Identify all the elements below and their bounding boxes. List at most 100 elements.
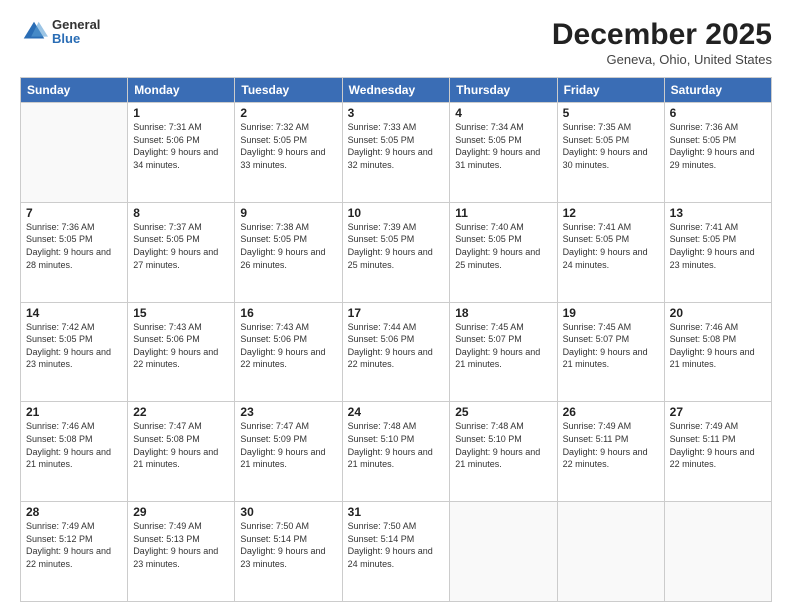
day-info: Sunrise: 7:36 AMSunset: 5:05 PMDaylight:… (26, 222, 111, 270)
calendar-cell: 25 Sunrise: 7:48 AMSunset: 5:10 PMDaylig… (450, 402, 557, 502)
calendar-cell: 7 Sunrise: 7:36 AMSunset: 5:05 PMDayligh… (21, 202, 128, 302)
day-info: Sunrise: 7:50 AMSunset: 5:14 PMDaylight:… (240, 521, 325, 569)
title-block: December 2025 Geneva, Ohio, United State… (552, 18, 772, 67)
day-info: Sunrise: 7:35 AMSunset: 5:05 PMDaylight:… (563, 122, 648, 170)
day-info: Sunrise: 7:43 AMSunset: 5:06 PMDaylight:… (240, 322, 325, 370)
day-info: Sunrise: 7:36 AMSunset: 5:05 PMDaylight:… (670, 122, 755, 170)
calendar-day-header: Saturday (664, 78, 771, 103)
calendar-day-header: Sunday (21, 78, 128, 103)
calendar-cell (664, 502, 771, 602)
calendar-cell: 1 Sunrise: 7:31 AMSunset: 5:06 PMDayligh… (128, 103, 235, 203)
calendar-header-row: SundayMondayTuesdayWednesdayThursdayFrid… (21, 78, 772, 103)
day-number: 19 (563, 306, 659, 320)
day-info: Sunrise: 7:42 AMSunset: 5:05 PMDaylight:… (26, 322, 111, 370)
day-info: Sunrise: 7:48 AMSunset: 5:10 PMDaylight:… (348, 421, 433, 469)
day-number: 23 (240, 405, 336, 419)
day-info: Sunrise: 7:40 AMSunset: 5:05 PMDaylight:… (455, 222, 540, 270)
day-info: Sunrise: 7:41 AMSunset: 5:05 PMDaylight:… (563, 222, 648, 270)
day-info: Sunrise: 7:47 AMSunset: 5:08 PMDaylight:… (133, 421, 218, 469)
day-number: 8 (133, 206, 229, 220)
day-number: 18 (455, 306, 551, 320)
calendar-day-header: Thursday (450, 78, 557, 103)
calendar-table: SundayMondayTuesdayWednesdayThursdayFrid… (20, 77, 772, 602)
day-info: Sunrise: 7:37 AMSunset: 5:05 PMDaylight:… (133, 222, 218, 270)
day-info: Sunrise: 7:50 AMSunset: 5:14 PMDaylight:… (348, 521, 433, 569)
calendar-cell: 4 Sunrise: 7:34 AMSunset: 5:05 PMDayligh… (450, 103, 557, 203)
calendar-day-header: Wednesday (342, 78, 450, 103)
day-info: Sunrise: 7:49 AMSunset: 5:12 PMDaylight:… (26, 521, 111, 569)
location: Geneva, Ohio, United States (552, 52, 772, 67)
day-info: Sunrise: 7:49 AMSunset: 5:11 PMDaylight:… (563, 421, 648, 469)
day-info: Sunrise: 7:32 AMSunset: 5:05 PMDaylight:… (240, 122, 325, 170)
calendar-week-row: 1 Sunrise: 7:31 AMSunset: 5:06 PMDayligh… (21, 103, 772, 203)
calendar-cell: 29 Sunrise: 7:49 AMSunset: 5:13 PMDaylig… (128, 502, 235, 602)
day-info: Sunrise: 7:45 AMSunset: 5:07 PMDaylight:… (455, 322, 540, 370)
day-number: 14 (26, 306, 122, 320)
calendar-cell: 27 Sunrise: 7:49 AMSunset: 5:11 PMDaylig… (664, 402, 771, 502)
day-number: 4 (455, 106, 551, 120)
day-info: Sunrise: 7:46 AMSunset: 5:08 PMDaylight:… (670, 322, 755, 370)
day-number: 9 (240, 206, 336, 220)
calendar-cell (21, 103, 128, 203)
day-info: Sunrise: 7:34 AMSunset: 5:05 PMDaylight:… (455, 122, 540, 170)
header: General Blue December 2025 Geneva, Ohio,… (20, 18, 772, 67)
calendar-cell: 20 Sunrise: 7:46 AMSunset: 5:08 PMDaylig… (664, 302, 771, 402)
calendar-cell: 5 Sunrise: 7:35 AMSunset: 5:05 PMDayligh… (557, 103, 664, 203)
day-number: 25 (455, 405, 551, 419)
calendar-week-row: 7 Sunrise: 7:36 AMSunset: 5:05 PMDayligh… (21, 202, 772, 302)
day-number: 29 (133, 505, 229, 519)
calendar-day-header: Tuesday (235, 78, 342, 103)
calendar-cell: 18 Sunrise: 7:45 AMSunset: 5:07 PMDaylig… (450, 302, 557, 402)
day-number: 6 (670, 106, 766, 120)
day-number: 28 (26, 505, 122, 519)
calendar-cell: 14 Sunrise: 7:42 AMSunset: 5:05 PMDaylig… (21, 302, 128, 402)
calendar-cell: 8 Sunrise: 7:37 AMSunset: 5:05 PMDayligh… (128, 202, 235, 302)
calendar-cell: 9 Sunrise: 7:38 AMSunset: 5:05 PMDayligh… (235, 202, 342, 302)
calendar-cell: 3 Sunrise: 7:33 AMSunset: 5:05 PMDayligh… (342, 103, 450, 203)
calendar-cell: 13 Sunrise: 7:41 AMSunset: 5:05 PMDaylig… (664, 202, 771, 302)
month-title: December 2025 (552, 18, 772, 52)
calendar-cell: 31 Sunrise: 7:50 AMSunset: 5:14 PMDaylig… (342, 502, 450, 602)
day-number: 22 (133, 405, 229, 419)
day-info: Sunrise: 7:44 AMSunset: 5:06 PMDaylight:… (348, 322, 433, 370)
day-number: 2 (240, 106, 336, 120)
day-number: 11 (455, 206, 551, 220)
calendar-cell: 6 Sunrise: 7:36 AMSunset: 5:05 PMDayligh… (664, 103, 771, 203)
logo-text: General Blue (52, 18, 100, 47)
calendar-day-header: Monday (128, 78, 235, 103)
day-info: Sunrise: 7:39 AMSunset: 5:05 PMDaylight:… (348, 222, 433, 270)
day-number: 31 (348, 505, 445, 519)
day-info: Sunrise: 7:48 AMSunset: 5:10 PMDaylight:… (455, 421, 540, 469)
day-number: 24 (348, 405, 445, 419)
day-number: 21 (26, 405, 122, 419)
calendar-cell: 15 Sunrise: 7:43 AMSunset: 5:06 PMDaylig… (128, 302, 235, 402)
day-number: 26 (563, 405, 659, 419)
calendar-cell: 17 Sunrise: 7:44 AMSunset: 5:06 PMDaylig… (342, 302, 450, 402)
page: General Blue December 2025 Geneva, Ohio,… (0, 0, 792, 612)
calendar-week-row: 21 Sunrise: 7:46 AMSunset: 5:08 PMDaylig… (21, 402, 772, 502)
day-number: 20 (670, 306, 766, 320)
day-info: Sunrise: 7:41 AMSunset: 5:05 PMDaylight:… (670, 222, 755, 270)
day-number: 7 (26, 206, 122, 220)
day-number: 10 (348, 206, 445, 220)
day-number: 5 (563, 106, 659, 120)
day-info: Sunrise: 7:45 AMSunset: 5:07 PMDaylight:… (563, 322, 648, 370)
calendar-week-row: 14 Sunrise: 7:42 AMSunset: 5:05 PMDaylig… (21, 302, 772, 402)
calendar-cell: 11 Sunrise: 7:40 AMSunset: 5:05 PMDaylig… (450, 202, 557, 302)
day-info: Sunrise: 7:47 AMSunset: 5:09 PMDaylight:… (240, 421, 325, 469)
day-info: Sunrise: 7:46 AMSunset: 5:08 PMDaylight:… (26, 421, 111, 469)
day-number: 15 (133, 306, 229, 320)
calendar-cell: 21 Sunrise: 7:46 AMSunset: 5:08 PMDaylig… (21, 402, 128, 502)
calendar-cell: 24 Sunrise: 7:48 AMSunset: 5:10 PMDaylig… (342, 402, 450, 502)
calendar-cell (557, 502, 664, 602)
day-info: Sunrise: 7:31 AMSunset: 5:06 PMDaylight:… (133, 122, 218, 170)
calendar-cell (450, 502, 557, 602)
calendar-cell: 30 Sunrise: 7:50 AMSunset: 5:14 PMDaylig… (235, 502, 342, 602)
day-number: 27 (670, 405, 766, 419)
day-info: Sunrise: 7:49 AMSunset: 5:13 PMDaylight:… (133, 521, 218, 569)
calendar-cell: 2 Sunrise: 7:32 AMSunset: 5:05 PMDayligh… (235, 103, 342, 203)
calendar-cell: 16 Sunrise: 7:43 AMSunset: 5:06 PMDaylig… (235, 302, 342, 402)
calendar-cell: 22 Sunrise: 7:47 AMSunset: 5:08 PMDaylig… (128, 402, 235, 502)
calendar-cell: 19 Sunrise: 7:45 AMSunset: 5:07 PMDaylig… (557, 302, 664, 402)
day-number: 3 (348, 106, 445, 120)
